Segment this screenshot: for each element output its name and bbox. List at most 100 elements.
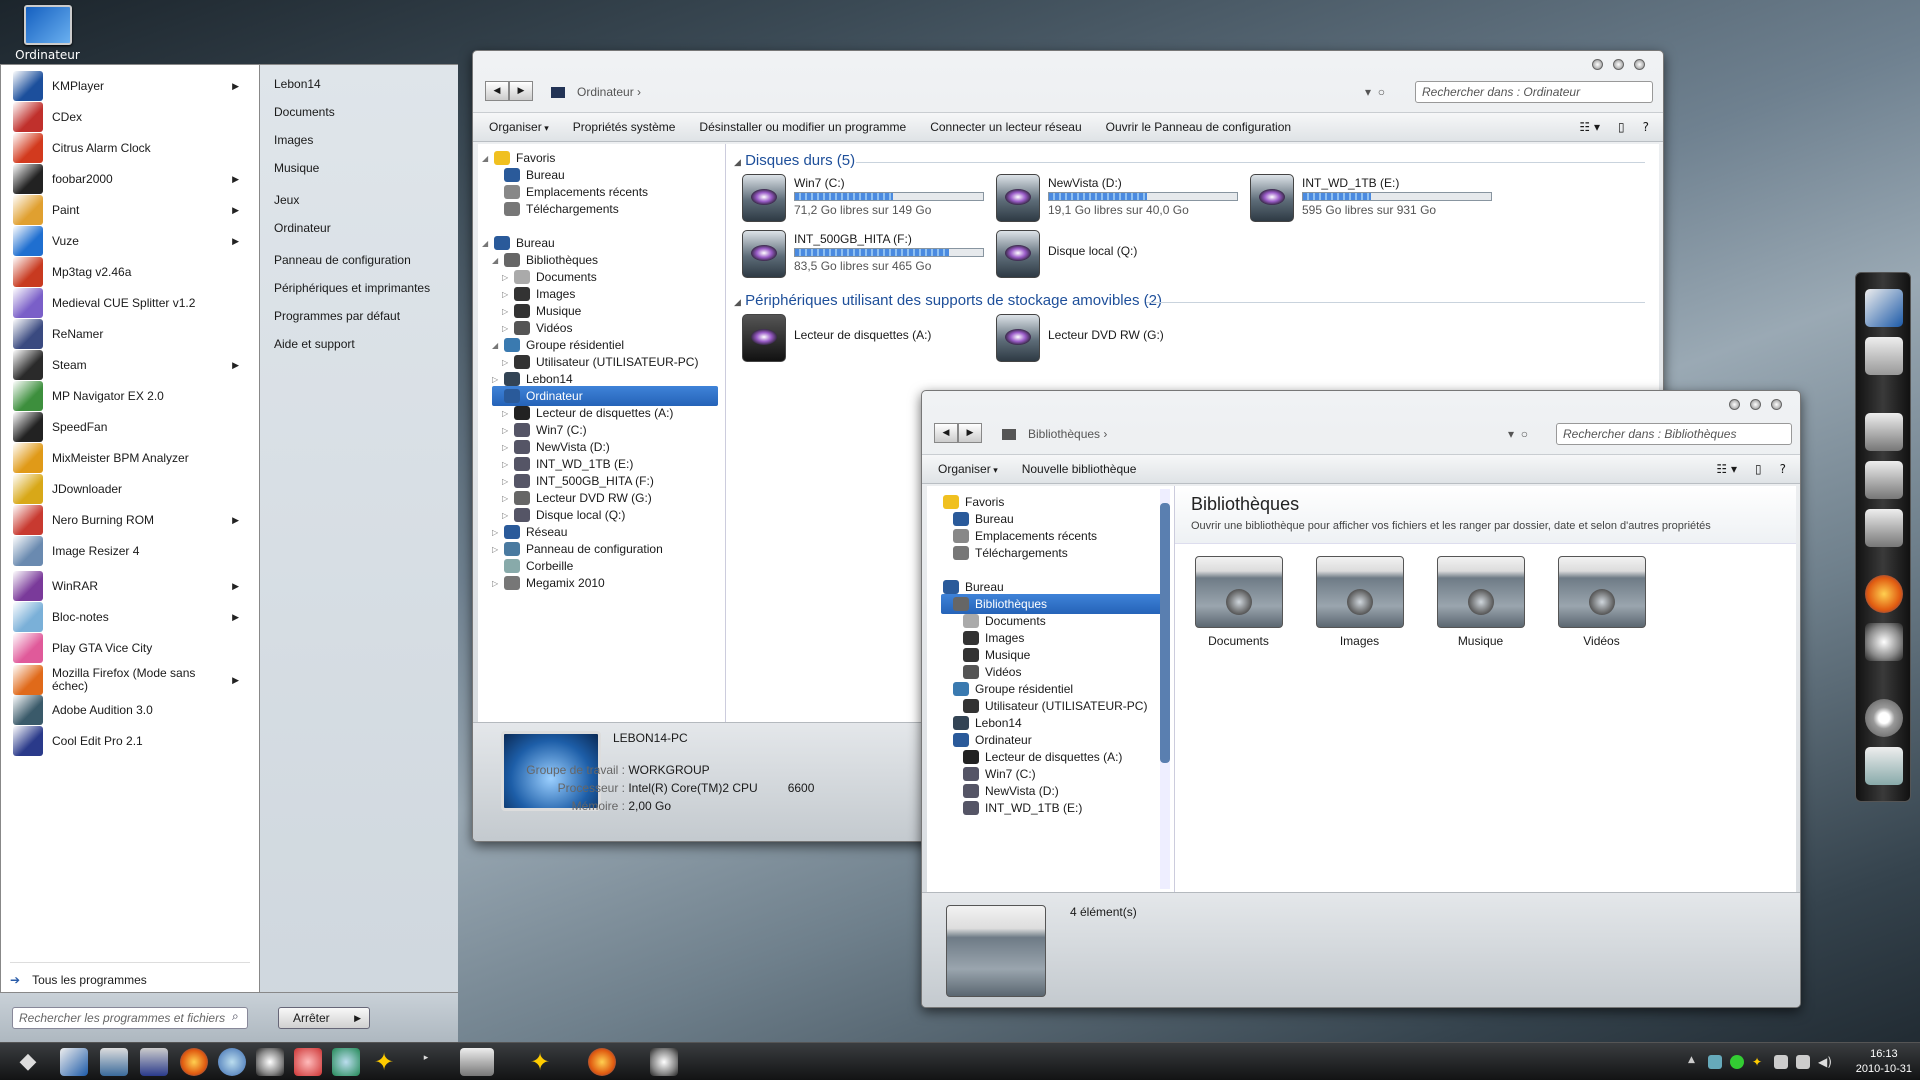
start-link[interactable]: Programmes par défaut xyxy=(274,309,400,323)
firefox-icon[interactable] xyxy=(1865,575,1903,613)
expand-toggle-icon[interactable]: ◢ xyxy=(482,239,492,248)
expand-toggle-icon[interactable]: ▷ xyxy=(502,443,512,452)
folder-icon[interactable] xyxy=(1865,413,1903,451)
search-input[interactable]: Rechercher dans : Ordinateur xyxy=(1415,81,1653,103)
tree-item[interactable]: Téléchargements xyxy=(492,199,722,219)
expand-toggle-icon[interactable]: ▷ xyxy=(502,460,512,469)
library-folder[interactable]: Images xyxy=(1312,556,1407,648)
expand-toggle-icon[interactable]: ▷ xyxy=(502,426,512,435)
help-icon[interactable]: ? xyxy=(1780,462,1786,476)
computer-icon[interactable] xyxy=(1865,289,1903,327)
drive-item[interactable]: Win7 (C:) 71,2 Go libres sur 149 Go xyxy=(742,174,984,222)
expand-toggle-icon[interactable]: ▷ xyxy=(502,511,512,520)
removable-header[interactable]: ◢ Périphériques utilisant des supports d… xyxy=(734,292,1162,309)
chevron-right-icon[interactable]: ▸ xyxy=(412,1048,440,1076)
view-options-icon[interactable]: ☷ ▾ xyxy=(1579,120,1600,134)
computer-desktop-icon[interactable]: Ordinateur xyxy=(10,5,85,62)
network-icon[interactable] xyxy=(1796,1055,1810,1069)
forward-button[interactable]: ▶ xyxy=(509,81,533,101)
toolbar-button[interactable]: Connecter un lecteur réseau xyxy=(930,120,1081,134)
scrollbar-thumb[interactable] xyxy=(1160,503,1170,763)
messenger-icon[interactable] xyxy=(332,1048,360,1076)
thunderbird-icon[interactable] xyxy=(218,1048,246,1076)
toolbar-button[interactable]: Propriétés système xyxy=(573,120,676,134)
start-link[interactable]: Jeux xyxy=(274,193,299,207)
hard-drives-header[interactable]: ◢ Disques durs (5) xyxy=(734,152,855,169)
expand-toggle-icon[interactable]: ▷ xyxy=(502,273,512,282)
aim-icon[interactable]: ✦ xyxy=(370,1048,398,1076)
expand-toggle-icon[interactable]: ▷ xyxy=(502,290,512,299)
library-folder[interactable]: Vidéos xyxy=(1554,556,1649,648)
start-link[interactable]: Périphériques et imprimantes xyxy=(274,281,430,295)
toolbar-button[interactable]: Désinstaller ou modifier un programme xyxy=(699,120,906,134)
breadcrumb[interactable]: Bibliothèques xyxy=(1028,427,1100,441)
snipping-tool-icon[interactable] xyxy=(294,1048,322,1076)
library-folder[interactable]: Documents xyxy=(1191,556,1286,648)
settings-gear-icon[interactable] xyxy=(1865,699,1903,737)
expand-toggle-icon[interactable]: ▷ xyxy=(492,579,502,588)
history-dropdown-icon[interactable]: ▾ ○ xyxy=(1508,427,1528,441)
toolbar-button[interactable]: Organiser ▾ xyxy=(938,462,998,476)
firefox-icon[interactable] xyxy=(180,1048,208,1076)
removable-drive-item[interactable]: Lecteur DVD RW (G:) xyxy=(996,314,1164,362)
drive-item[interactable]: NewVista (D:) 19,1 Go libres sur 40,0 Go xyxy=(996,174,1238,222)
show-hidden-icons[interactable]: ▲ xyxy=(1688,1055,1702,1069)
music-folder-icon[interactable] xyxy=(1865,509,1903,547)
forward-button[interactable]: ▶ xyxy=(958,423,982,443)
cool-edit-icon[interactable] xyxy=(140,1048,168,1076)
toolbar-button[interactable]: Ouvrir le Panneau de configuration xyxy=(1106,120,1291,134)
expand-toggle-icon[interactable]: ▷ xyxy=(492,545,502,554)
back-button[interactable]: ◀ xyxy=(934,423,958,443)
tree-item[interactable]: INT_WD_1TB (E:) xyxy=(951,798,1181,818)
drive-item[interactable]: INT_WD_1TB (E:) 595 Go libres sur 931 Go xyxy=(1250,174,1492,222)
alien-icon[interactable] xyxy=(256,1048,284,1076)
explorer-icon[interactable] xyxy=(100,1048,128,1076)
drive-item[interactable]: INT_500GB_HITA (F:) 83,5 Go libres sur 46… xyxy=(742,230,984,278)
maximize-button[interactable] xyxy=(1613,59,1624,70)
close-button[interactable] xyxy=(1771,399,1782,410)
toolbar-button[interactable]: Nouvelle bibliothèque xyxy=(1022,462,1137,476)
start-link[interactable]: Documents xyxy=(274,105,335,119)
workspace-icon[interactable] xyxy=(1865,337,1903,375)
flag-icon[interactable] xyxy=(1774,1055,1788,1069)
minimize-button[interactable] xyxy=(1592,59,1603,70)
expand-toggle-icon[interactable]: ▷ xyxy=(502,307,512,316)
aim-task-icon[interactable]: ✦ xyxy=(526,1048,554,1076)
volume-icon[interactable]: ◀) xyxy=(1818,1055,1832,1069)
preview-pane-icon[interactable]: ▯ xyxy=(1618,120,1625,134)
network-user-icon[interactable] xyxy=(1708,1055,1722,1069)
foobar-task-icon[interactable] xyxy=(650,1048,678,1076)
close-button[interactable] xyxy=(1634,59,1645,70)
expand-toggle-icon[interactable]: ▷ xyxy=(502,494,512,503)
back-button[interactable]: ◀ xyxy=(485,81,509,101)
maximize-button[interactable] xyxy=(1750,399,1761,410)
help-icon[interactable]: ? xyxy=(1643,120,1649,134)
expand-toggle-icon[interactable]: ▷ xyxy=(502,409,512,418)
program-item[interactable]: Image Resizer 4 xyxy=(1,532,259,570)
start-link[interactable]: Lebon14 xyxy=(274,77,321,91)
toolbar-button[interactable]: Organiser ▾ xyxy=(489,120,549,134)
clock[interactable]: 16:13 2010-10-31 xyxy=(1856,1047,1912,1077)
expand-toggle-icon[interactable]: ◢ xyxy=(492,256,502,265)
computer-icon[interactable] xyxy=(60,1048,88,1076)
all-programs-link[interactable]: ➔ Tous les programmes xyxy=(10,962,250,987)
green-status-icon[interactable] xyxy=(1730,1055,1744,1069)
expand-toggle-icon[interactable]: ◢ xyxy=(482,154,492,163)
expand-toggle-icon[interactable]: ◢ xyxy=(492,341,502,350)
view-options-icon[interactable]: ☷ ▾ xyxy=(1716,462,1737,476)
aim-tray-icon[interactable]: ✦ xyxy=(1752,1055,1766,1069)
minimize-button[interactable] xyxy=(1729,399,1740,410)
expand-toggle-icon[interactable]: ▷ xyxy=(492,528,502,537)
tree-item[interactable]: ▷ Megamix 2010 xyxy=(492,573,722,593)
program-item[interactable]: Cool Edit Pro 2.1 xyxy=(1,722,259,760)
firefox-task-icon[interactable] xyxy=(588,1048,616,1076)
shutdown-button[interactable]: Arrêter ▶ xyxy=(278,1007,370,1029)
recycle-bin-icon[interactable] xyxy=(1865,747,1903,785)
expand-toggle-icon[interactable]: ▷ xyxy=(502,358,512,367)
pictures-folder-icon[interactable] xyxy=(1865,461,1903,499)
expand-toggle-icon[interactable]: ▷ xyxy=(492,375,502,384)
tree-item[interactable]: Téléchargements xyxy=(941,543,1171,563)
removable-drive-item[interactable]: Lecteur de disquettes (A:) xyxy=(742,314,931,362)
start-link[interactable]: Images xyxy=(274,133,313,147)
start-link[interactable]: Ordinateur xyxy=(274,221,331,235)
